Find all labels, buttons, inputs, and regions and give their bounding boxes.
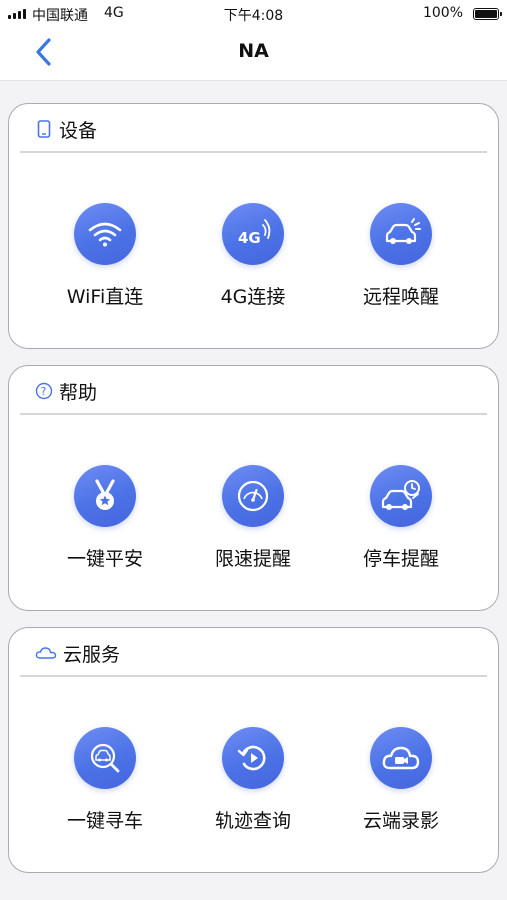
section-title: 设备 <box>59 119 98 142</box>
section-device: 设备 WiFi直连 4G 4G连接 远程唤醒 <box>8 103 499 349</box>
phone-icon <box>35 120 53 138</box>
4g-signal-icon: 4G <box>222 203 284 265</box>
page-title: NA <box>238 40 269 62</box>
item-label: 远程唤醒 <box>362 286 439 308</box>
parking-alert-button[interactable]: 停车提醒 <box>331 465 471 571</box>
section-title: 云服务 <box>63 643 121 666</box>
section-header: 设备 <box>35 116 97 142</box>
item-label: WiFi直连 <box>66 286 144 308</box>
wifi-icon <box>74 203 136 265</box>
battery-percent: 100% <box>422 5 463 21</box>
section-header: 云服务 <box>35 640 120 666</box>
cloud-video-icon <box>370 727 432 789</box>
item-label: 限速提醒 <box>214 548 291 570</box>
section-header: ? 帮助 <box>35 378 97 404</box>
item-label: 一键寻车 <box>66 810 143 832</box>
speed-limit-alert-button[interactable]: 限速提醒 <box>183 465 323 571</box>
car-clock-icon <box>370 465 432 527</box>
divider <box>20 151 487 153</box>
track-query-button[interactable]: 轨迹查询 <box>183 727 323 833</box>
section-title: 帮助 <box>59 381 98 404</box>
cloud-recording-button[interactable]: 云端录影 <box>331 727 471 833</box>
item-label: 一键平安 <box>66 548 143 570</box>
svg-text:4G: 4G <box>238 229 261 247</box>
find-car-button[interactable]: 一键寻车 <box>35 727 175 833</box>
battery-icon <box>473 8 502 20</box>
medal-icon <box>74 465 136 527</box>
item-label: 云端录影 <box>362 810 439 832</box>
car-wake-icon <box>370 203 432 265</box>
replay-icon <box>222 727 284 789</box>
wifi-direct-button[interactable]: WiFi直连 <box>35 203 175 309</box>
svg-text:?: ? <box>41 385 47 398</box>
speedometer-icon <box>222 465 284 527</box>
cloud-icon <box>35 644 57 662</box>
section-cloud: 云服务 一键寻车 轨迹查询 云端录影 <box>8 627 499 873</box>
section-help: ? 帮助 一键平安 限速提醒 停车提醒 <box>8 365 499 611</box>
4g-connect-button[interactable]: 4G 4G连接 <box>183 203 323 309</box>
top-bar: 中国联通 4G 下午4:08 100% NA <box>0 0 507 81</box>
divider <box>20 675 487 677</box>
one-key-safety-button[interactable]: 一键平安 <box>35 465 175 571</box>
help-icon: ? <box>35 382 53 400</box>
status-bar: 中国联通 4G 下午4:08 100% <box>0 0 507 28</box>
car-search-icon <box>74 727 136 789</box>
divider <box>20 413 487 415</box>
item-label: 轨迹查询 <box>214 810 291 832</box>
item-label: 停车提醒 <box>362 548 439 570</box>
remote-wake-button[interactable]: 远程唤醒 <box>331 203 471 309</box>
item-label: 4G连接 <box>220 286 286 308</box>
